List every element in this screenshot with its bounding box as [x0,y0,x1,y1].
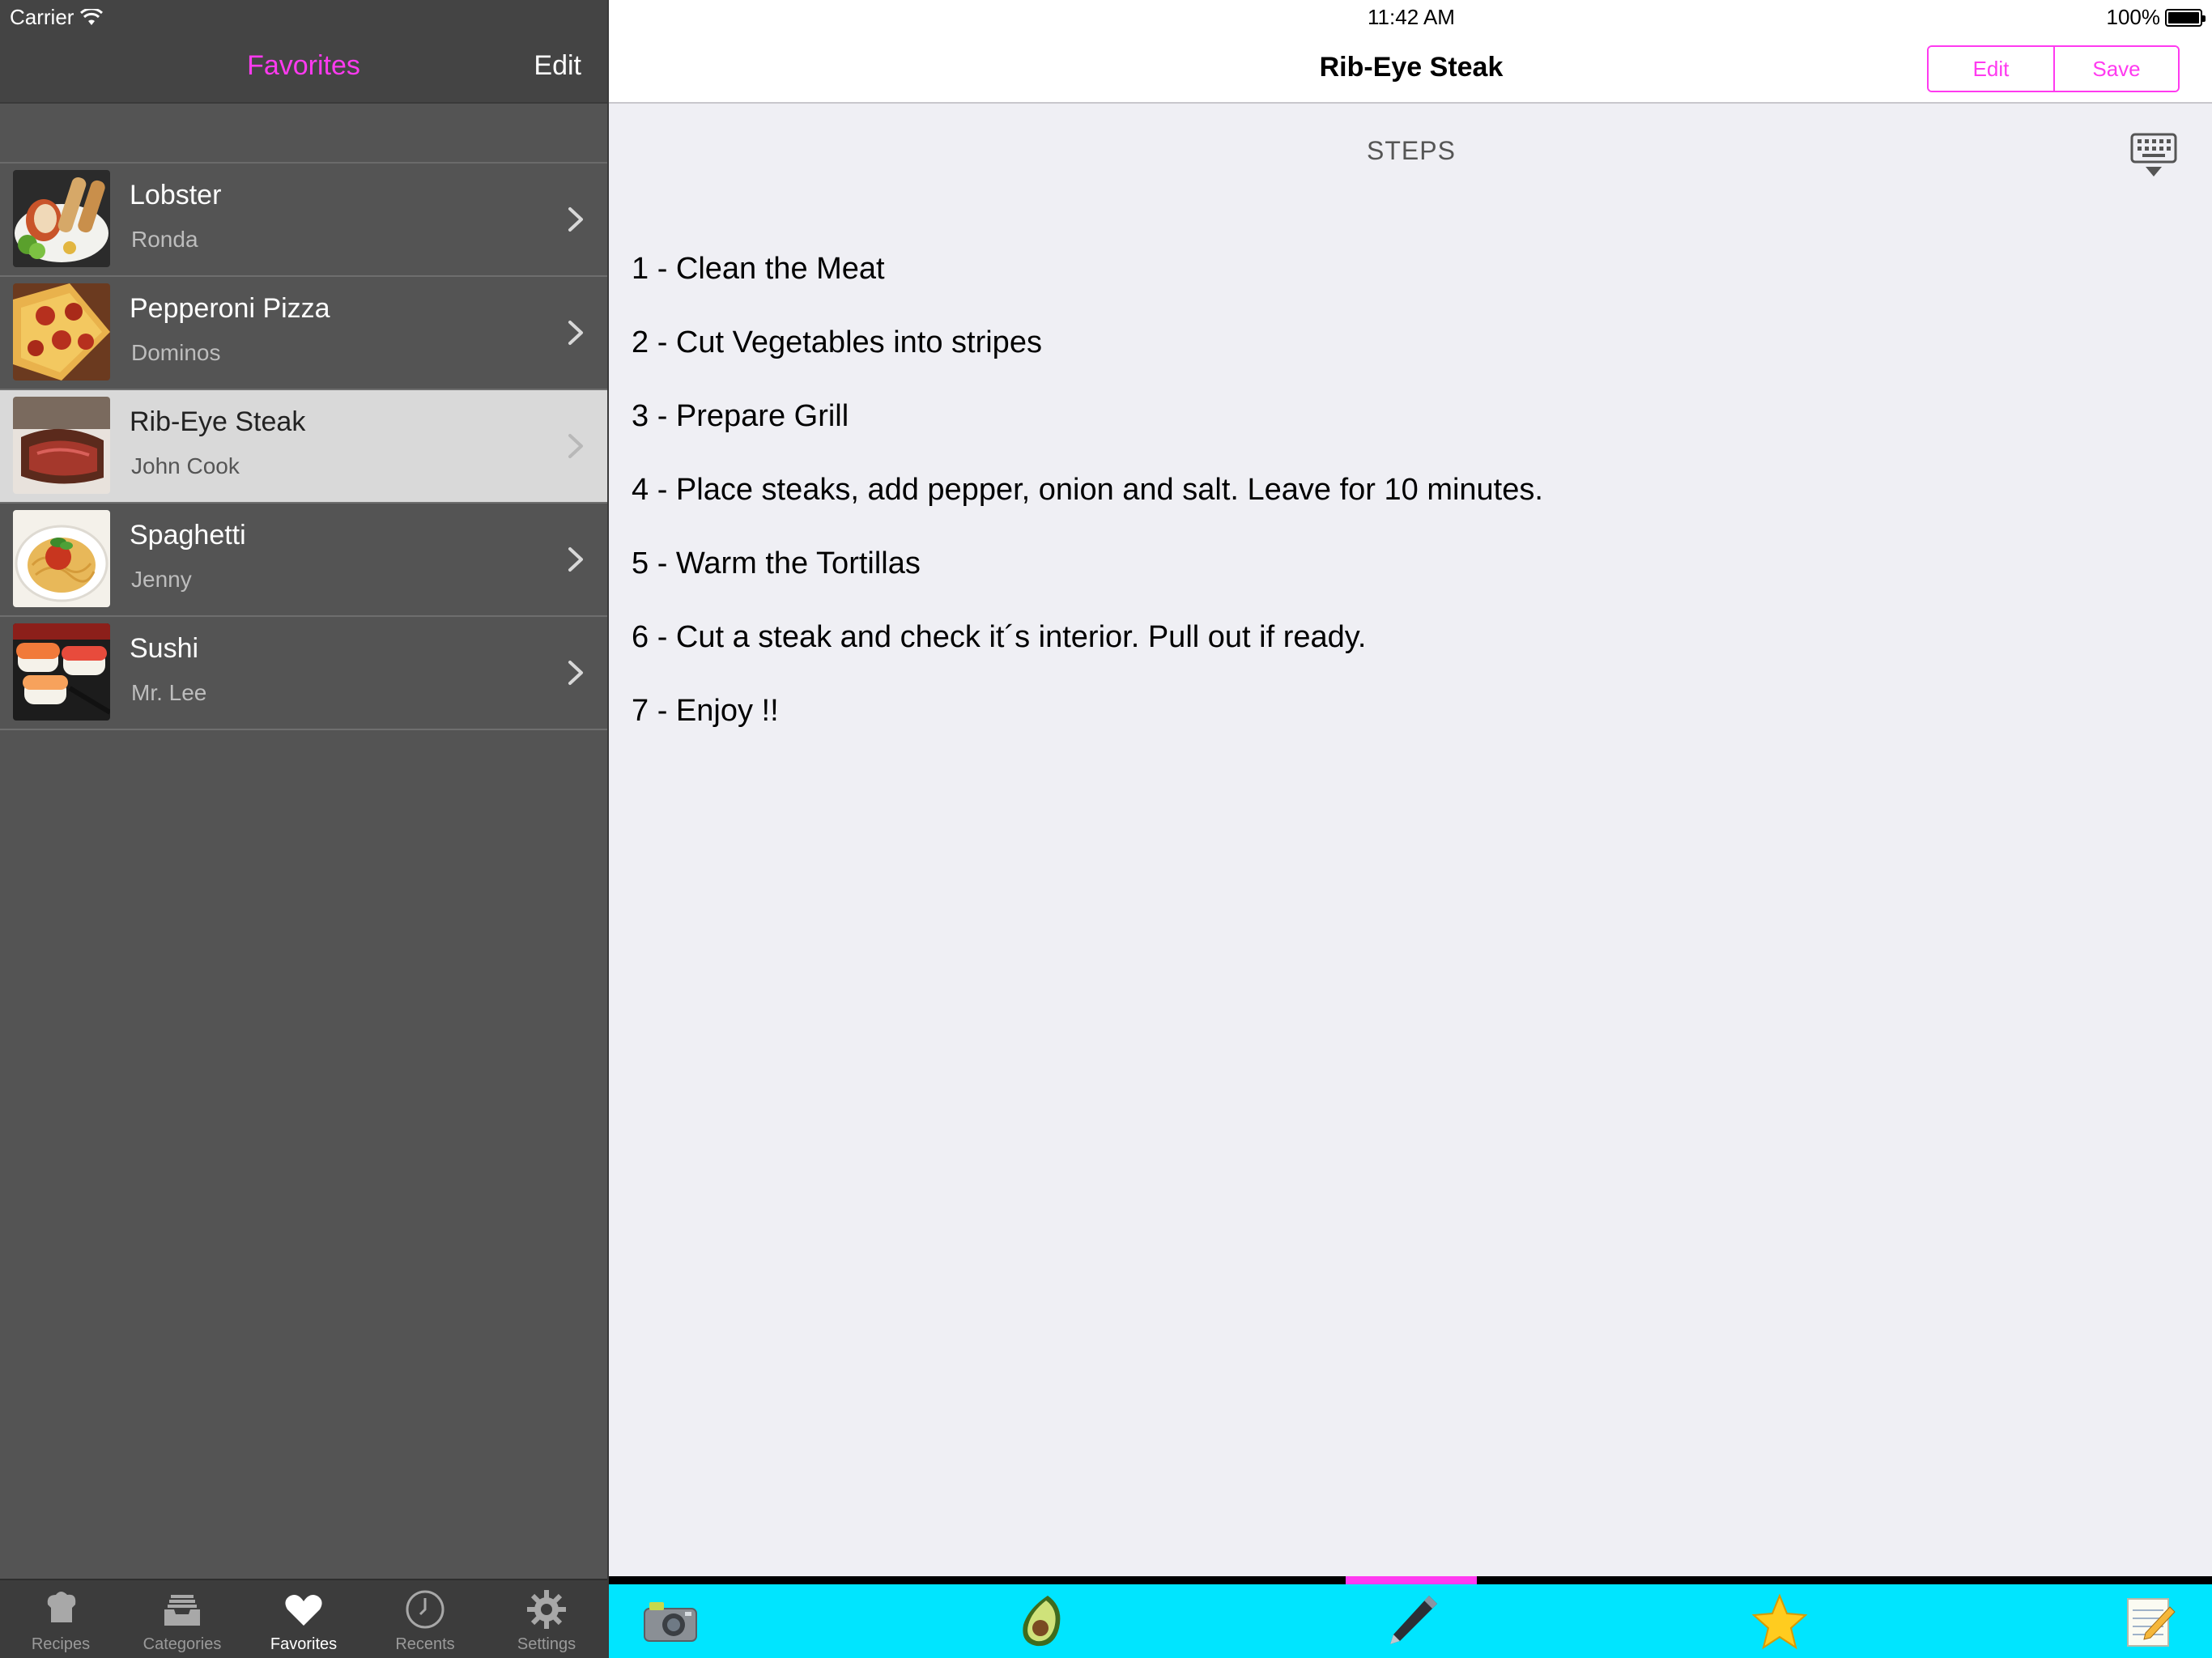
detail-nav-bar: 11:42 AM 100% Rib-Eye Steak Edit Save [609,0,2212,104]
pizza-thumbnail [13,283,110,380]
chevron-right-icon [568,321,583,345]
tab-recents[interactable]: Recents [364,1580,486,1658]
carrier-label: Carrier [10,5,74,29]
battery-percent: 100% [2106,5,2161,29]
edit-button[interactable]: Edit [1929,47,2053,91]
recipe-toolbar [609,1584,2212,1658]
spaghetti-thumbnail [13,510,110,607]
tab-label: Favorites [270,1635,338,1653]
gear-icon [527,1590,566,1629]
list-item-title: Lobster [130,180,222,210]
camera-icon[interactable] [641,1592,700,1651]
master-pane: Carrier Favorites Edit Lobster Ronda Pep… [0,0,607,1658]
tab-label: Recipes [31,1635,91,1653]
list-item-subtitle: Mr. Lee [131,680,207,705]
steak-thumbnail [13,397,110,494]
wifi-icon [80,8,104,25]
chevron-right-icon [568,434,583,458]
avocado-icon[interactable] [1014,1592,1072,1651]
inbox-tray-icon [164,1595,200,1626]
status-right: 100% [2106,5,2206,30]
chevron-right-icon [568,547,583,572]
step-item: 7 - Enjoy !! [632,694,779,728]
step-item: 5 - Warm the Tortillas [632,546,921,580]
battery-icon [2165,8,2206,27]
list-item[interactable]: Pepperoni Pizza Dominos [0,277,607,390]
list-item[interactable]: Spaghetti Jenny [0,504,607,617]
save-button[interactable]: Save [2053,47,2178,91]
status-left: Carrier [10,5,104,30]
edit-save-segmented: Edit Save [1927,45,2180,92]
tab-bar: Recipes Categories Favorites Recents Set… [0,1579,607,1658]
tab-settings[interactable]: Settings [486,1580,607,1658]
list-item-title: Spaghetti [130,520,246,551]
step-item: 2 - Cut Vegetables into stripes [632,325,1042,359]
list-item-title: Pepperoni Pizza [130,293,330,324]
chevron-right-icon [568,661,583,685]
master-title: Favorites [247,50,360,81]
master-nav-bar: Carrier Favorites Edit [0,0,607,104]
tab-label: Recents [395,1635,455,1653]
keyboard-dismiss-icon[interactable] [2129,131,2178,180]
step-item: 3 - Prepare Grill [632,399,849,433]
list-item-subtitle: Dominos [131,340,221,365]
notepad-icon[interactable] [2121,1592,2180,1651]
master-edit-button[interactable]: Edit [534,50,581,82]
star-icon[interactable] [1750,1592,1809,1651]
favorites-list: Lobster Ronda Pepperoni Pizza Dominos Ri… [0,164,607,730]
lobster-thumbnail [13,170,110,267]
chevron-right-icon [568,207,583,232]
list-item-subtitle: Ronda [131,227,198,252]
status-time: 11:42 AM [1368,5,1455,29]
tab-categories[interactable]: Categories [121,1580,243,1658]
list-item[interactable]: Lobster Ronda [0,164,607,277]
list-item[interactable]: Rib-Eye Steak John Cook [0,390,607,504]
step-item: 4 - Place steaks, add pepper, onion and … [632,473,1543,507]
tab-recipes[interactable]: Recipes [0,1580,121,1658]
tab-label: Settings [517,1635,576,1653]
list-item-subtitle: John Cook [131,453,240,478]
list-header-spacer [0,105,607,164]
tab-favorites[interactable]: Favorites [243,1580,364,1658]
steps-list[interactable]: 1 - Clean the Meat 2 - Cut Vegetables in… [632,244,2170,760]
clock-icon [406,1590,445,1629]
detail-pane: 11:42 AM 100% Rib-Eye Steak Edit Save ST… [607,0,2212,1658]
sushi-thumbnail [13,623,110,721]
tab-label: Categories [143,1635,222,1653]
heart-icon [285,1595,322,1626]
list-item-subtitle: Jenny [131,567,192,592]
list-item-title: Rib-Eye Steak [130,406,306,437]
list-item[interactable]: Sushi Mr. Lee [0,617,607,730]
chef-hat-icon [47,1592,76,1622]
step-item: 1 - Clean the Meat [632,252,885,286]
list-item-title: Sushi [130,633,199,664]
step-item: 6 - Cut a steak and check it´s interior.… [632,620,1367,654]
section-heading: STEPS [1367,136,1456,165]
pen-icon[interactable] [1382,1592,1440,1651]
active-tool-indicator [1346,1576,1477,1584]
